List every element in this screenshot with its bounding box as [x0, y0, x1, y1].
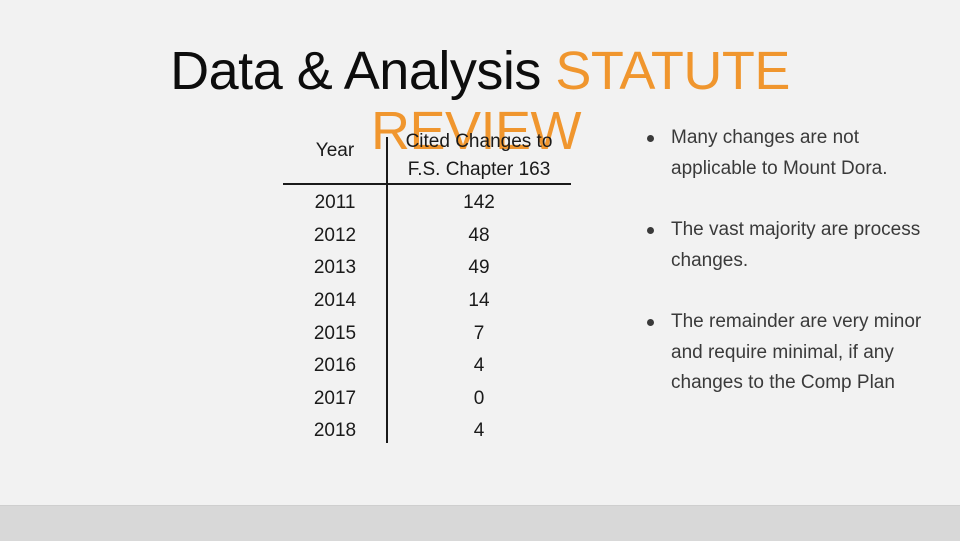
- cell-year: 2014: [313, 290, 357, 312]
- footer-band: [0, 505, 960, 541]
- bullet-dot-icon: [647, 135, 654, 142]
- bullet-text: The remainder are very minor and require…: [671, 311, 922, 393]
- table-header: Year Cited Changes to F.S. Chapter 163: [283, 128, 571, 185]
- bullet-dot-icon: [647, 227, 654, 234]
- table-row: 2015 7: [283, 317, 571, 350]
- cell-year: 2013: [313, 257, 357, 279]
- slide-title: Data & Analysis STATUTE REVIEW: [0, 36, 960, 161]
- cell-year: 2011: [314, 192, 356, 214]
- header-year: Year: [315, 140, 355, 161]
- bullet-dot-icon: [647, 319, 654, 326]
- bullet-item: The remainder are very minor and require…: [645, 307, 945, 399]
- statute-changes-table: Year Cited Changes to F.S. Chapter 163 2…: [283, 128, 571, 448]
- cell-count: 49: [468, 257, 490, 279]
- bullet-text: The vast majority are process changes.: [671, 219, 921, 271]
- table-body: 2011 142 2012 48 2013 49 2014 14 2015 7 …: [283, 185, 571, 448]
- header-cited-changes-line-2: F.S. Chapter 163: [407, 159, 551, 180]
- table-row: 2013 49: [283, 252, 571, 285]
- table-row: 2018 4: [283, 415, 571, 448]
- cell-year: 2018: [313, 420, 357, 442]
- table-row: 2017 0: [283, 383, 571, 416]
- table-row: 2012 48: [283, 220, 571, 253]
- cell-count: 7: [473, 322, 485, 344]
- cell-year: 2016: [313, 355, 357, 377]
- cell-year: 2017: [313, 387, 357, 409]
- cell-count: 14: [468, 290, 490, 312]
- table-row: 2016 4: [283, 350, 571, 383]
- title-accent-statute: STATUTE: [555, 41, 790, 101]
- cell-count: 0: [473, 387, 485, 409]
- header-cited-changes: Cited Changes to F.S. Chapter 163: [387, 128, 571, 184]
- header-cited-changes-line-1: Cited Changes to: [405, 131, 553, 152]
- cell-count: 142: [463, 192, 495, 214]
- bullet-item: The vast majority are process changes.: [645, 215, 945, 276]
- cell-count: 4: [473, 355, 485, 377]
- table-row: 2014 14: [283, 285, 571, 318]
- cell-count: 48: [468, 224, 490, 246]
- bullet-item: Many changes are not applicable to Mount…: [645, 123, 945, 184]
- cell-count: 4: [473, 420, 485, 442]
- cell-year: 2012: [313, 224, 357, 246]
- table-row: 2011 142: [283, 187, 571, 220]
- cell-year: 2015: [313, 322, 357, 344]
- findings-bullet-list: Many changes are not applicable to Mount…: [645, 123, 945, 430]
- title-plain-text: Data & Analysis: [170, 41, 556, 101]
- bullet-text: Many changes are not applicable to Mount…: [671, 127, 888, 179]
